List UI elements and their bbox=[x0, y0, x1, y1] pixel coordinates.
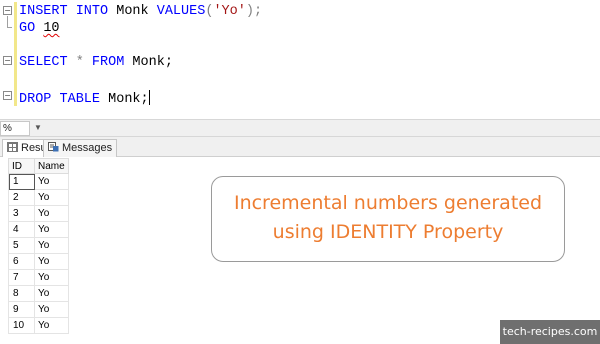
error-squiggle: 10 bbox=[43, 21, 60, 36]
table-row[interactable]: 3 Yo bbox=[8, 205, 69, 222]
cell-id[interactable]: 10 bbox=[8, 317, 35, 334]
cell-id[interactable]: 3 bbox=[8, 205, 35, 222]
annotation-callout: Incremental numbers generated using IDEN… bbox=[211, 176, 565, 262]
code-line-select[interactable]: SELECT * FROM Monk; bbox=[19, 55, 173, 71]
watermark: tech-recipes.com bbox=[500, 320, 600, 344]
table-row[interactable]: 9 Yo bbox=[8, 301, 69, 318]
table-body: 1 Yo 2 Yo 3 Yo 4 Yo 5 Yo 6 Yo 7 Yo 8 Yo 9 Yo 10 Yo bbox=[8, 173, 69, 334]
table-row[interactable]: 4 Yo bbox=[8, 221, 69, 238]
cell-id[interactable]: 8 bbox=[8, 285, 35, 302]
zoom-select[interactable]: % bbox=[0, 121, 30, 136]
results-tab-strip: Results Messages bbox=[0, 137, 600, 158]
cell-name[interactable]: Yo bbox=[34, 173, 69, 190]
table-row[interactable]: 8 Yo bbox=[8, 285, 69, 302]
collapse-icon[interactable]: − bbox=[3, 56, 12, 65]
collapse-icon[interactable]: − bbox=[3, 91, 12, 100]
table-row[interactable]: 5 Yo bbox=[8, 237, 69, 254]
cell-name[interactable]: Yo bbox=[34, 253, 69, 270]
results-table: ID Name 1 Yo 2 Yo 3 Yo 4 Yo 5 Yo 6 Yo 7 Yo 8 Yo 9 Yo 10 Yo bbox=[8, 158, 69, 334]
column-header-id[interactable]: ID bbox=[8, 158, 35, 174]
tab-messages[interactable]: Messages bbox=[43, 139, 118, 157]
sql-editor[interactable]: − − − INSERT INTO Monk VALUES('Yo'); GO … bbox=[0, 0, 600, 119]
table-header-row: ID Name bbox=[8, 158, 69, 174]
cell-id[interactable]: 9 bbox=[8, 301, 35, 318]
zoom-bar: % ▼ bbox=[0, 119, 600, 137]
cell-name[interactable]: Yo bbox=[34, 205, 69, 222]
cell-name[interactable]: Yo bbox=[34, 221, 69, 238]
fold-guide bbox=[7, 16, 8, 27]
table-row[interactable]: 10 Yo bbox=[8, 317, 69, 334]
cell-id[interactable]: 6 bbox=[8, 253, 35, 270]
cell-name[interactable]: Yo bbox=[34, 285, 69, 302]
collapse-icon[interactable]: − bbox=[3, 6, 12, 15]
cell-name[interactable]: Yo bbox=[34, 317, 69, 334]
table-row[interactable]: 7 Yo bbox=[8, 269, 69, 286]
column-header-name[interactable]: Name bbox=[34, 158, 69, 174]
cell-name[interactable]: Yo bbox=[34, 237, 69, 254]
table-row[interactable]: 1 Yo bbox=[8, 173, 69, 190]
cell-name[interactable]: Yo bbox=[34, 189, 69, 206]
messages-icon bbox=[48, 142, 59, 152]
cell-id[interactable]: 2 bbox=[8, 189, 35, 206]
code-line-insert[interactable]: INSERT INTO Monk VALUES('Yo'); bbox=[19, 4, 262, 20]
cell-name[interactable]: Yo bbox=[34, 269, 69, 286]
cell-id[interactable]: 7 bbox=[8, 269, 35, 286]
callout-line-2: using IDENTITY Property bbox=[272, 221, 504, 243]
cell-id[interactable]: 5 bbox=[8, 237, 35, 254]
text-caret bbox=[148, 90, 150, 105]
table-row[interactable]: 6 Yo bbox=[8, 253, 69, 270]
grid-icon bbox=[7, 142, 18, 152]
cell-id[interactable]: 4 bbox=[8, 221, 35, 238]
table-row[interactable]: 2 Yo bbox=[8, 189, 69, 206]
cell-name[interactable]: Yo bbox=[34, 301, 69, 318]
code-line-drop[interactable]: DROP TABLE Monk; bbox=[19, 90, 150, 108]
code-line-go[interactable]: GO 10 bbox=[19, 21, 60, 37]
chevron-down-icon[interactable]: ▼ bbox=[34, 123, 42, 132]
change-tracking-bar bbox=[14, 2, 17, 106]
fold-guide-end bbox=[7, 27, 12, 28]
cell-id[interactable]: 1 bbox=[8, 173, 35, 190]
callout-line-1: Incremental numbers generated bbox=[233, 192, 543, 214]
